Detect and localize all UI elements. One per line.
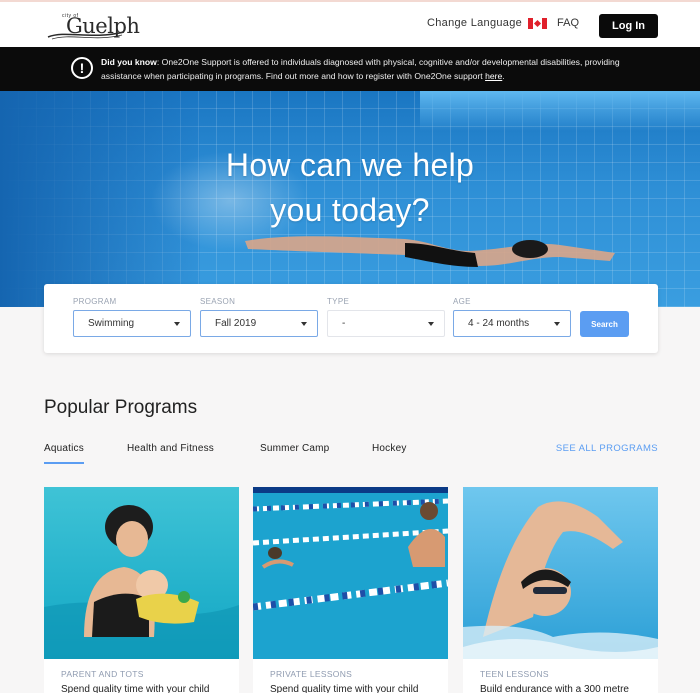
notice-end: . xyxy=(502,71,505,81)
exclamation-icon: ! xyxy=(71,57,93,79)
card-description: Spend quality time with your child xyxy=(61,684,210,693)
tab-aquatics[interactable]: Aquatics xyxy=(44,443,84,464)
logo-text: Guelph xyxy=(66,14,140,38)
login-button[interactable]: Log In xyxy=(599,14,658,38)
hero-banner: How can we help you today? xyxy=(0,91,700,307)
program-filter: PROGRAM Swimming xyxy=(73,297,191,337)
card-category: PRIVATE LESSONS xyxy=(270,669,353,679)
program-tabs: Aquatics Health and Fitness Summer Camp … xyxy=(44,443,658,465)
program-card-private-lessons[interactable]: PRIVATE LESSONS Spend quality time with … xyxy=(253,487,448,693)
search-button[interactable]: Search xyxy=(580,311,629,337)
notice-bar: ! Did you know: One2One Support is offer… xyxy=(0,47,700,91)
type-value: - xyxy=(342,318,346,329)
age-select[interactable]: 4 - 24 months xyxy=(453,310,571,337)
hero-line-2: you today? xyxy=(270,192,430,228)
notice-here-link[interactable]: here xyxy=(485,71,502,81)
program-value: Swimming xyxy=(88,318,135,329)
program-select[interactable]: Swimming xyxy=(73,310,191,337)
type-label: TYPE xyxy=(327,297,350,306)
age-filter: AGE 4 - 24 months xyxy=(453,297,571,337)
popular-programs-title: Popular Programs xyxy=(44,397,198,418)
season-filter: SEASON Fall 2019 xyxy=(200,297,318,337)
guelph-logo[interactable]: city of Guelph xyxy=(46,10,140,42)
site-header: city of Guelph Change Language FAQ Log I… xyxy=(0,0,700,47)
card-category: PARENT AND TOTS xyxy=(61,669,144,679)
program-card-teen-lessons[interactable]: TEEN LESSONS Build endurance with a 300 … xyxy=(463,487,658,693)
season-select[interactable]: Fall 2019 xyxy=(200,310,318,337)
teen-lessons-image xyxy=(463,487,658,659)
notice-title: Did you know xyxy=(101,57,157,67)
canada-flag-icon xyxy=(528,17,548,29)
type-filter: TYPE - xyxy=(327,297,445,337)
see-all-programs-link[interactable]: SEE ALL PROGRAMS xyxy=(556,443,658,454)
chevron-down-icon xyxy=(301,321,307,326)
card-description: Spend quality time with your child xyxy=(270,684,419,693)
faq-link[interactable]: FAQ xyxy=(557,17,579,29)
tab-hockey[interactable]: Hockey xyxy=(372,443,407,454)
age-value: 4 - 24 months xyxy=(468,318,530,329)
program-label: PROGRAM xyxy=(73,297,117,306)
program-search-card: PROGRAM Swimming SEASON Fall 2019 TYPE -… xyxy=(44,284,658,353)
change-language-link[interactable]: Change Language xyxy=(427,17,548,29)
age-label: AGE xyxy=(453,297,471,306)
chevron-down-icon xyxy=(554,321,560,326)
notice-text: Did you know: One2One Support is offered… xyxy=(101,55,661,83)
type-select[interactable]: - xyxy=(327,310,445,337)
season-label: SEASON xyxy=(200,297,236,306)
hero-line-1: How can we help xyxy=(225,147,475,183)
card-description: Build endurance with a 300 metre xyxy=(480,684,629,693)
card-category: TEEN LESSONS xyxy=(480,669,549,679)
hero-heading: How can we help you today? xyxy=(150,143,550,233)
parent-tots-image xyxy=(44,487,239,659)
season-value: Fall 2019 xyxy=(215,318,257,329)
notice-body: : One2One Support is offered to individu… xyxy=(101,57,620,81)
private-lessons-image xyxy=(253,487,448,659)
chevron-down-icon xyxy=(174,321,180,326)
tab-summer-camp[interactable]: Summer Camp xyxy=(260,443,329,454)
change-language-label: Change Language xyxy=(427,17,523,29)
program-card-parent-tots[interactable]: PARENT AND TOTS Spend quality time with … xyxy=(44,487,239,693)
chevron-down-icon xyxy=(428,321,434,326)
tab-health-fitness[interactable]: Health and Fitness xyxy=(127,443,214,454)
